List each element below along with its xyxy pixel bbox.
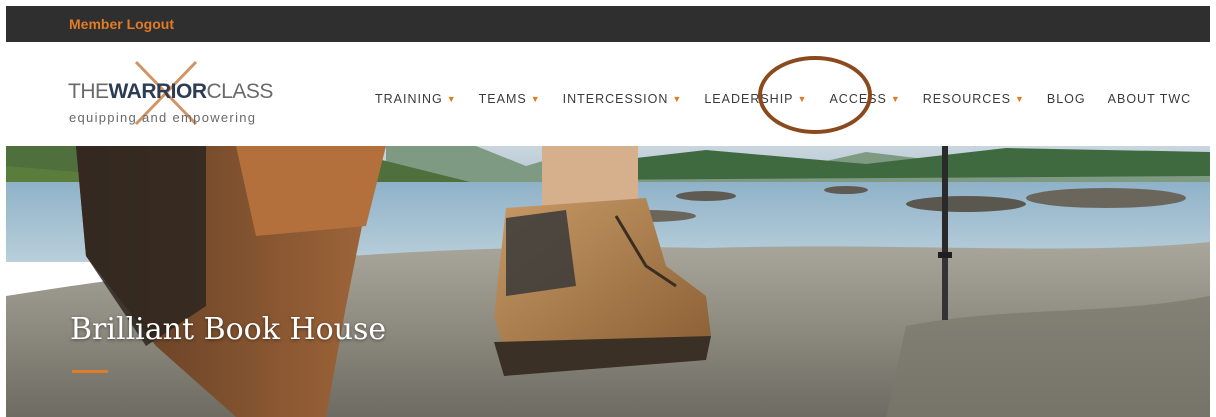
logo-tagline: equipping and empowering (69, 110, 257, 125)
top-bar: Member Logout (6, 6, 1210, 42)
logo-warrior: WARRIOR (108, 80, 208, 103)
hero-title: Brilliant Book House (70, 312, 387, 347)
nav-item-label: ABOUT TWC (1107, 92, 1192, 106)
nav-item-blog[interactable]: BLOG (1047, 92, 1086, 106)
annotation-circle (758, 56, 872, 134)
page-frame: Member Logout THEWARRIORCLASS equipping … (6, 6, 1210, 417)
nav-item-label: RESOURCES (922, 92, 1011, 106)
chevron-down-icon: ▼ (446, 94, 457, 104)
nav-item-training[interactable]: TRAINING ▼ (375, 92, 457, 106)
site-header: THEWARRIORCLASS equipping and empowering… (6, 42, 1210, 146)
logo-the: THE (68, 80, 109, 103)
nav-item-label: TEAMS (478, 92, 527, 106)
chevron-down-icon: ▼ (530, 94, 541, 104)
chevron-down-icon: ▼ (1014, 94, 1025, 104)
nav-item-label: BLOG (1046, 92, 1086, 106)
hero-title-underline (72, 370, 108, 373)
site-logo[interactable]: THEWARRIORCLASS equipping and empowering (68, 60, 288, 126)
nav-item-label: TRAINING (375, 92, 443, 106)
nav-item-about-twc[interactable]: ABOUT TWC (1108, 92, 1192, 106)
logo-wordmark: THEWARRIORCLASS (68, 80, 273, 104)
chevron-down-icon: ▼ (672, 94, 683, 104)
nav-item-intercession[interactable]: INTERCESSION ▼ (563, 92, 683, 106)
nav-item-teams[interactable]: TEAMS ▼ (479, 92, 541, 106)
chevron-down-icon: ▼ (890, 94, 901, 104)
nav-item-label: INTERCESSION (562, 92, 669, 106)
member-logout-link[interactable]: Member Logout (69, 16, 174, 32)
hero-image (6, 146, 1210, 417)
hero-banner: Brilliant Book House (6, 146, 1210, 417)
logo-class: CLASS (206, 80, 274, 103)
nav-item-resources[interactable]: RESOURCES ▼ (923, 92, 1025, 106)
